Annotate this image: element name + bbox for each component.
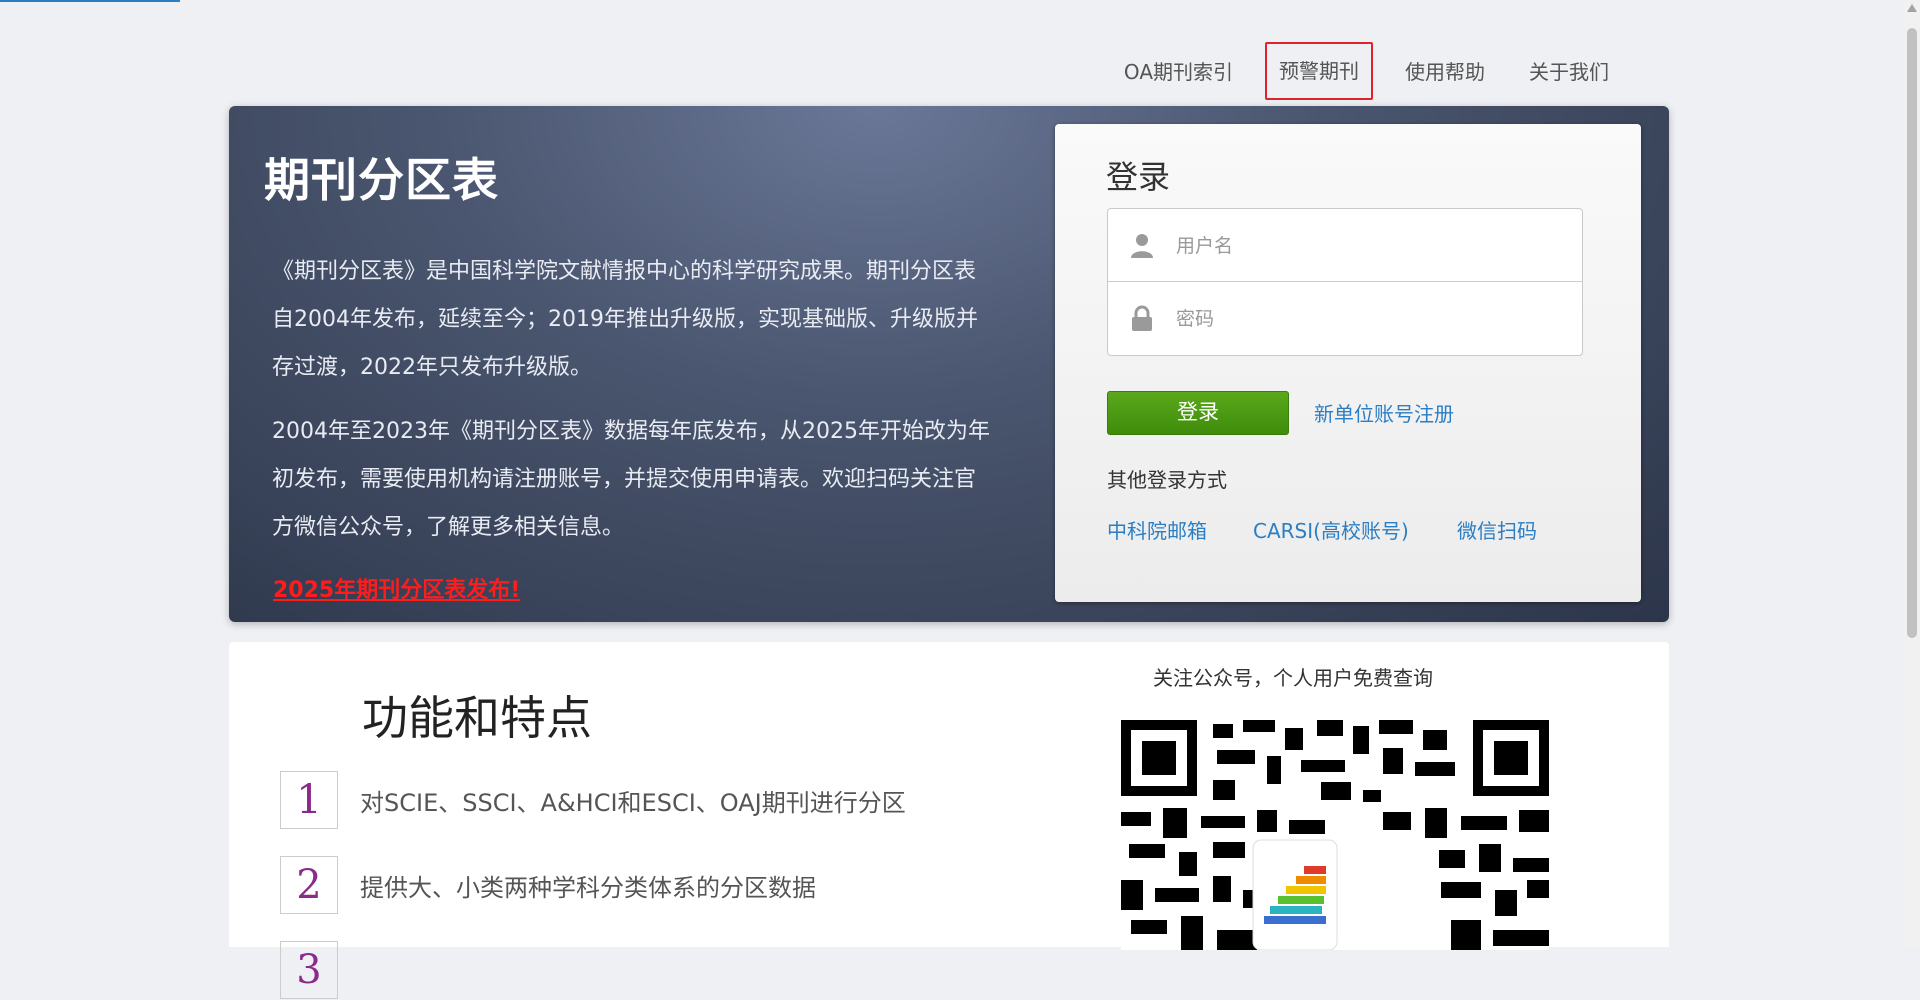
lock-icon (1132, 305, 1152, 331)
feature-item: 3 (280, 940, 338, 1000)
feature-text: 提供大、小类两种学科分类体系的分区数据 (360, 873, 816, 902)
vertical-scrollbar[interactable] (1904, 0, 1920, 947)
user-icon (1131, 234, 1153, 258)
login-panel: 登录 登录 新单位账号注册 其他登录方式 中科院邮箱 CARSI(高校账号) 微 (1055, 124, 1641, 602)
username-row (1108, 209, 1582, 281)
intro-paragraph: 《期刊分区表》是中国科学院文献情报中心的科学研究成果。期刊分区表自2004年发布… (272, 259, 978, 380)
page-title: 期刊分区表 (264, 153, 499, 207)
release-paragraph: 2004年至2023年《期刊分区表》数据每年底发布，从2025年开始改为年初发布… (272, 419, 990, 540)
register-link[interactable]: 新单位账号注册 (1314, 398, 1454, 427)
login-title: 登录 (1106, 158, 1171, 196)
wechat-qr-code (1121, 720, 1549, 950)
cas-email-login-link[interactable]: 中科院邮箱 (1107, 515, 1207, 544)
qr-caption: 关注公众号，个人用户免费查询 (1153, 666, 1433, 690)
feature-item: 2 提供大、小类两种学科分类体系的分区数据 (280, 855, 816, 915)
feature-text: 对SCIE、SSCI、A&HCI和ESCI、OAJ期刊进行分区 (360, 788, 906, 817)
login-fields (1107, 208, 1583, 356)
other-login-label: 其他登录方式 (1107, 468, 1227, 492)
nav-oa-index[interactable]: OA期刊索引 (1102, 44, 1255, 100)
nav-about[interactable]: 关于我们 (1507, 44, 1631, 100)
feature-item: 1 对SCIE、SSCI、A&HCI和ESCI、OAJ期刊进行分区 (280, 770, 906, 830)
nav-warning-journals[interactable]: 预警期刊 (1265, 42, 1373, 100)
feature-number: 2 (280, 856, 338, 914)
carsi-login-link[interactable]: CARSI(高校账号) (1253, 515, 1409, 544)
scroll-up-icon[interactable] (1907, 4, 1917, 12)
nav-help[interactable]: 使用帮助 (1383, 44, 1507, 100)
feature-number: 3 (280, 941, 338, 999)
release-news-link[interactable]: 2025年期刊分区表发布! (273, 572, 520, 604)
features-title: 功能和特点 (362, 691, 592, 745)
wechat-login-link[interactable]: 微信扫码 (1457, 515, 1537, 544)
page-load-indicator (0, 0, 180, 2)
hero-banner: 期刊分区表 《期刊分区表》是中国科学院文献情报中心的科学研究成果。期刊分区表自2… (229, 106, 1669, 622)
username-input[interactable] (1174, 227, 1558, 265)
feature-number: 1 (280, 771, 338, 829)
password-row (1108, 281, 1582, 354)
scrollbar-thumb[interactable] (1907, 28, 1917, 638)
login-button[interactable]: 登录 (1107, 391, 1289, 435)
top-nav: OA期刊索引 预警期刊 使用帮助 关于我们 (1102, 42, 1631, 100)
password-input[interactable] (1174, 300, 1558, 338)
